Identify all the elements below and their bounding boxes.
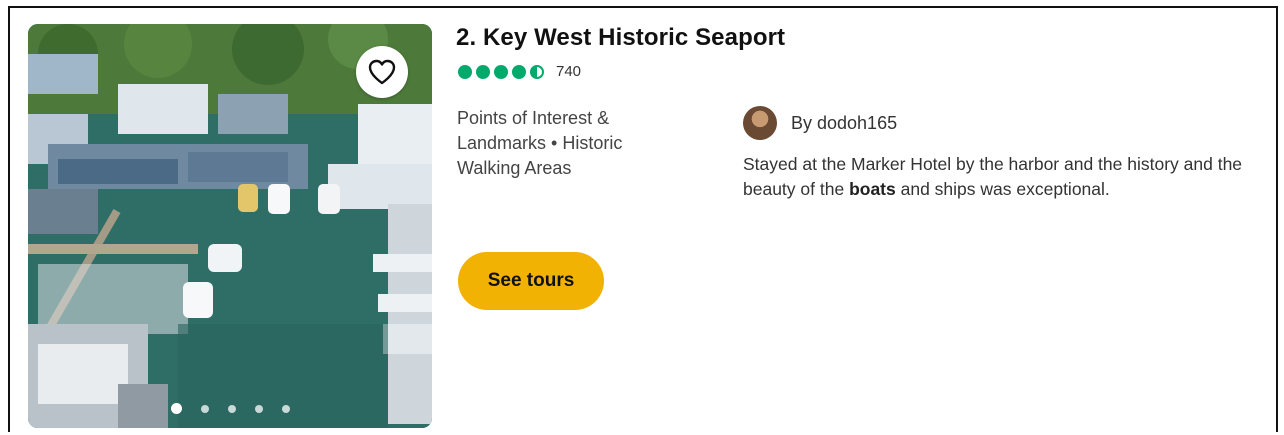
- carousel-dot-3[interactable]: [227, 404, 236, 413]
- attraction-title[interactable]: 2. Key West Historic Seaport: [456, 24, 785, 52]
- rating[interactable]: 740: [458, 63, 581, 80]
- attraction-photo[interactable]: [28, 24, 432, 428]
- attraction-card: 2. Key West Historic Seaport 740 Points …: [8, 6, 1278, 432]
- rating-bubble-half-icon: [530, 64, 544, 79]
- see-tours-button[interactable]: See tours: [458, 252, 604, 310]
- photo-carousel-dots: [28, 403, 432, 414]
- rating-bubble-full-icon: [512, 64, 526, 79]
- review-snippet: By dodoh165 Stayed at the Marker Hotel b…: [743, 106, 1243, 202]
- rating-bubble-full-icon: [458, 64, 472, 79]
- review-count: 740: [556, 63, 582, 80]
- heart-outline-icon: [368, 59, 396, 85]
- carousel-dot-4[interactable]: [254, 404, 263, 413]
- rating-bubble-full-icon: [476, 64, 490, 79]
- review-text-highlight: boats: [849, 179, 896, 199]
- reviewer-name[interactable]: By dodoh165: [791, 113, 897, 134]
- review-text: Stayed at the Marker Hotel by the harbor…: [743, 152, 1243, 202]
- review-text-part: and ships was exceptional.: [895, 179, 1110, 199]
- save-favorite-button[interactable]: [356, 46, 408, 98]
- rating-bubble-full-icon: [494, 64, 508, 79]
- reviewer[interactable]: By dodoh165: [743, 106, 1243, 140]
- avatar[interactable]: [743, 106, 777, 140]
- carousel-dot-1[interactable]: [170, 403, 182, 414]
- attraction-category: Points of Interest & Landmarks • Histori…: [457, 108, 623, 178]
- carousel-dot-5[interactable]: [281, 404, 290, 413]
- carousel-dot-2[interactable]: [200, 404, 209, 413]
